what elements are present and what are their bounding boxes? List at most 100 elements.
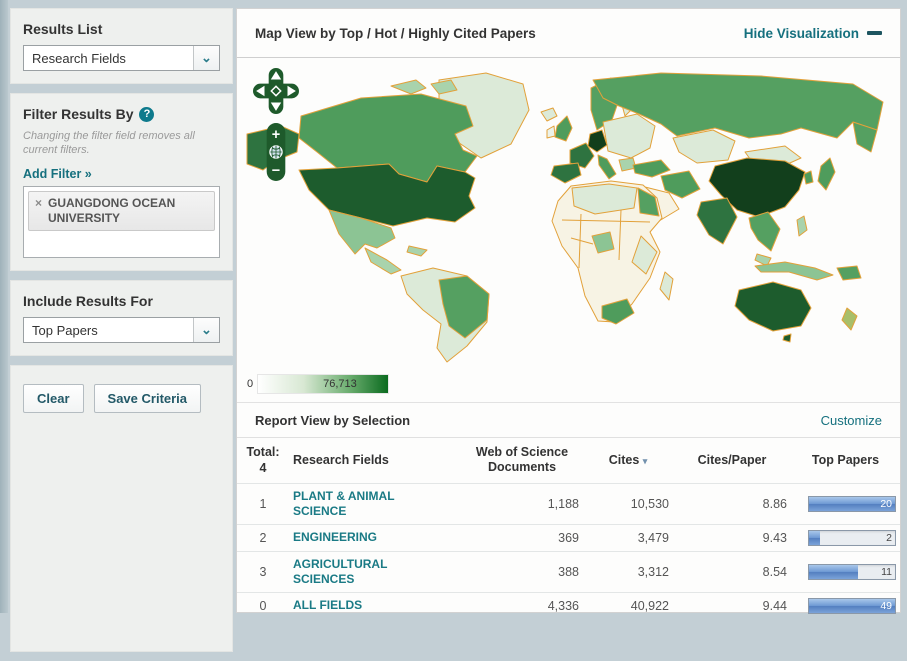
filter-chip-label: GUANGDONG OCEAN UNIVERSITY: [48, 196, 208, 226]
rank-cell: 2: [237, 524, 289, 551]
country-arctic-island[interactable]: [391, 80, 426, 94]
clear-button[interactable]: Clear: [23, 384, 84, 413]
customize-link[interactable]: Customize: [821, 413, 882, 428]
country-australia[interactable]: [735, 282, 811, 331]
region-tasmania[interactable]: [783, 334, 791, 342]
region-caribbean[interactable]: [407, 246, 427, 256]
chevron-down-icon: ⌄: [193, 46, 219, 70]
choropleth-map-svg[interactable]: [241, 62, 897, 374]
bar-fill: [809, 531, 820, 545]
report-title: Report View by Selection: [255, 413, 410, 428]
column-header-cites-per-paper[interactable]: Cites/Paper: [673, 438, 791, 483]
cites-per-paper-cell: 8.54: [673, 551, 791, 592]
total-header: Total: 4: [237, 438, 289, 483]
active-filters-box: × GUANGDONG OCEAN UNIVERSITY: [23, 186, 220, 258]
region-eastern-europe[interactable]: [603, 114, 655, 158]
results-list-selected-value: Research Fields: [24, 46, 193, 70]
top-papers-value: 20: [880, 498, 892, 510]
rank-cell: 1: [237, 483, 289, 524]
country-philippines[interactable]: [797, 216, 807, 236]
top-papers-value: 49: [880, 600, 892, 612]
filter-chip: × GUANGDONG OCEAN UNIVERSITY: [28, 191, 215, 231]
research-field-link[interactable]: ALL FIELDS: [293, 598, 362, 613]
country-turkey[interactable]: [633, 160, 670, 177]
save-criteria-button[interactable]: Save Criteria: [94, 384, 202, 413]
country-india[interactable]: [697, 198, 737, 244]
country-spain[interactable]: [551, 163, 581, 183]
include-results-selected-value: Top Papers: [24, 318, 193, 342]
cites-cell: 40,922: [583, 592, 673, 619]
report-table: Total: 4 Research Fields Web of Science …: [237, 438, 900, 619]
main-panel: Map View by Top / Hot / Highly Cited Pap…: [236, 8, 901, 613]
docs-cell: 388: [461, 551, 583, 592]
pan-control[interactable]: [253, 68, 299, 114]
region-central-america[interactable]: [365, 248, 401, 274]
top-papers-bar: 11: [808, 564, 896, 580]
rank-cell: 3: [237, 551, 289, 592]
country-madagascar[interactable]: [660, 272, 673, 300]
sort-descending-icon: ▾: [643, 456, 648, 466]
docs-cell: 4,336: [461, 592, 583, 619]
filter-title: Filter Results By: [23, 106, 133, 122]
cites-per-paper-cell: 9.43: [673, 524, 791, 551]
country-germany[interactable]: [588, 130, 607, 152]
research-field-link[interactable]: ENGINEERING: [293, 530, 377, 545]
include-results-select[interactable]: Top Papers ⌄: [23, 317, 220, 343]
add-filter-link[interactable]: Add Filter »: [23, 167, 92, 181]
legend-max-value: 76,713: [323, 378, 357, 390]
help-icon[interactable]: ?: [139, 107, 154, 122]
table-header-row: Total: 4 Research Fields Web of Science …: [237, 438, 900, 483]
table-row: 1 PLANT & ANIMAL SCIENCE 1,188 10,530 8.…: [237, 483, 900, 524]
include-results-label: Include Results For: [23, 293, 220, 309]
column-header-wos-documents[interactable]: Web of Science Documents: [461, 438, 583, 483]
top-papers-value: 11: [881, 566, 892, 578]
docs-cell: 1,188: [461, 483, 583, 524]
table-row: 2 ENGINEERING 369 3,479 9.43 2: [237, 524, 900, 551]
table-row: 0 ALL FIELDS 4,336 40,922 9.44 49: [237, 592, 900, 619]
country-iceland[interactable]: [541, 108, 557, 121]
cites-cell: 3,312: [583, 551, 673, 592]
map-title: Map View by Top / Hot / Highly Cited Pap…: [255, 26, 536, 41]
remove-filter-icon[interactable]: ×: [35, 196, 42, 210]
column-header-research-fields[interactable]: Research Fields: [289, 438, 461, 483]
results-list-card: Results List Research Fields ⌄: [10, 8, 233, 84]
results-list-label: Results List: [23, 21, 220, 37]
map-legend: 0 76,713: [247, 374, 389, 394]
cites-per-paper-cell: 8.86: [673, 483, 791, 524]
research-field-link[interactable]: AGRICULTURAL SCIENCES: [293, 557, 433, 587]
country-japan[interactable]: [818, 158, 835, 190]
column-header-cites-sorted[interactable]: Cites ▾: [583, 438, 673, 483]
include-results-card: Include Results For Top Papers ⌄: [10, 280, 233, 356]
research-field-link[interactable]: PLANT & ANIMAL SCIENCE: [293, 489, 433, 519]
country-new-zealand[interactable]: [842, 308, 857, 330]
country-ireland[interactable]: [547, 126, 555, 138]
country-uk[interactable]: [555, 116, 572, 141]
country-italy[interactable]: [598, 155, 616, 179]
zoom-in-button[interactable]: +: [272, 127, 280, 143]
world-map[interactable]: + − 0 76,713: [237, 58, 900, 403]
page-left-edge: [0, 0, 8, 613]
collapse-icon: [867, 31, 882, 35]
zoom-out-button[interactable]: −: [272, 163, 280, 179]
chevron-down-icon: ⌄: [193, 318, 219, 342]
zoom-control[interactable]: + −: [265, 122, 287, 182]
top-papers-value: 2: [886, 532, 892, 544]
report-section-header: Report View by Selection Customize: [237, 403, 900, 438]
country-korea[interactable]: [804, 171, 813, 184]
hide-visualization-link[interactable]: Hide Visualization: [744, 26, 882, 41]
bar-fill: [809, 565, 858, 579]
country-usa[interactable]: [299, 164, 475, 226]
column-header-top-papers[interactable]: Top Papers: [791, 438, 900, 483]
top-papers-bar: 49: [808, 598, 896, 614]
region-southeast-asia[interactable]: [749, 212, 780, 251]
actions-card: Clear Save Criteria: [10, 365, 233, 652]
results-list-select[interactable]: Research Fields ⌄: [23, 45, 220, 71]
rank-cell: 0: [237, 592, 289, 619]
top-papers-bar: 20: [808, 496, 896, 512]
cites-per-paper-cell: 9.44: [673, 592, 791, 619]
country-indonesia[interactable]: [755, 262, 833, 280]
docs-cell: 369: [461, 524, 583, 551]
region-papua[interactable]: [837, 266, 861, 280]
table-row: 3 AGRICULTURAL SCIENCES 388 3,312 8.54 1…: [237, 551, 900, 592]
sidebar: Results List Research Fields ⌄ Filter Re…: [10, 8, 233, 661]
